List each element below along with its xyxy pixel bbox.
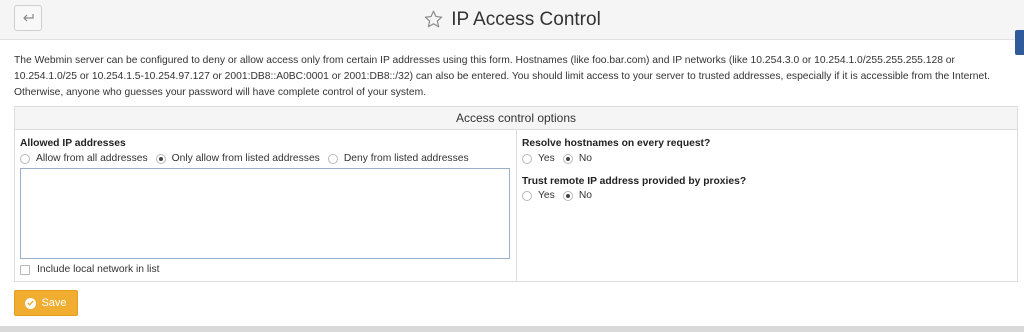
allowed-ip-label: Allowed IP addresses — [20, 138, 126, 149]
allowed-ip-section: Allowed IP addresses Allow from all addr… — [15, 130, 517, 281]
bottom-scroll-strip — [0, 326, 1024, 332]
deny-listed-option[interactable]: Deny from listed addresses — [327, 153, 469, 164]
check-circle-icon — [25, 297, 37, 309]
side-panel-tab[interactable] — [1015, 30, 1024, 55]
page-header: IP Access Control — [0, 0, 1024, 55]
resolve-yes-label: Yes — [538, 153, 555, 164]
panel-title: Access control options — [15, 107, 1017, 130]
only-listed-radio[interactable] — [155, 153, 166, 164]
resolve-no-radio[interactable] — [562, 153, 573, 164]
include-local-label: Include local network in list — [37, 264, 160, 275]
deny-listed-label: Deny from listed addresses — [343, 153, 469, 164]
save-button[interactable]: Save — [14, 290, 78, 316]
trust-proxy-options: Yes No — [522, 190, 600, 201]
trust-yes-option[interactable]: Yes — [522, 190, 555, 201]
only-listed-option[interactable]: Only allow from listed addresses — [155, 153, 320, 164]
resolve-hostnames-label: Resolve hostnames on every request? — [522, 138, 711, 149]
resolve-yes-radio[interactable] — [522, 153, 532, 164]
resolve-no-label: No — [578, 153, 592, 164]
description-text: The Webmin server can be configured to d… — [14, 55, 990, 98]
allow-all-label: Allow from all addresses — [36, 153, 148, 164]
ip-addresses-textarea[interactable] — [20, 168, 510, 259]
allowed-ip-options: Allow from all addresses Only allow from… — [20, 153, 477, 164]
include-local-option[interactable]: Include local network in list — [20, 264, 159, 275]
deny-listed-radio[interactable] — [327, 153, 338, 164]
trust-no-label: No — [578, 190, 592, 201]
resolve-hostnames-options: Yes No — [522, 153, 600, 164]
trust-no-option[interactable]: No — [562, 190, 592, 201]
trust-yes-radio[interactable] — [522, 190, 532, 201]
page-title: IP Access Control — [451, 8, 601, 30]
star-icon[interactable] — [423, 9, 444, 30]
resolve-yes-option[interactable]: Yes — [522, 153, 555, 164]
include-local-checkbox[interactable] — [20, 264, 30, 275]
trust-no-radio[interactable] — [562, 190, 573, 201]
trust-yes-label: Yes — [538, 190, 555, 201]
options-section: Resolve hostnames on every request? Yes … — [517, 130, 1017, 281]
trust-proxy-label: Trust remote IP address provided by prox… — [522, 176, 747, 187]
save-label: Save — [41, 297, 67, 309]
resolve-no-option[interactable]: No — [562, 153, 592, 164]
access-control-panel: Access control options Allowed IP addres… — [14, 106, 1018, 282]
only-listed-label: Only allow from listed addresses — [171, 153, 320, 164]
allow-all-radio[interactable] — [20, 153, 30, 164]
allow-all-option[interactable]: Allow from all addresses — [20, 153, 148, 164]
